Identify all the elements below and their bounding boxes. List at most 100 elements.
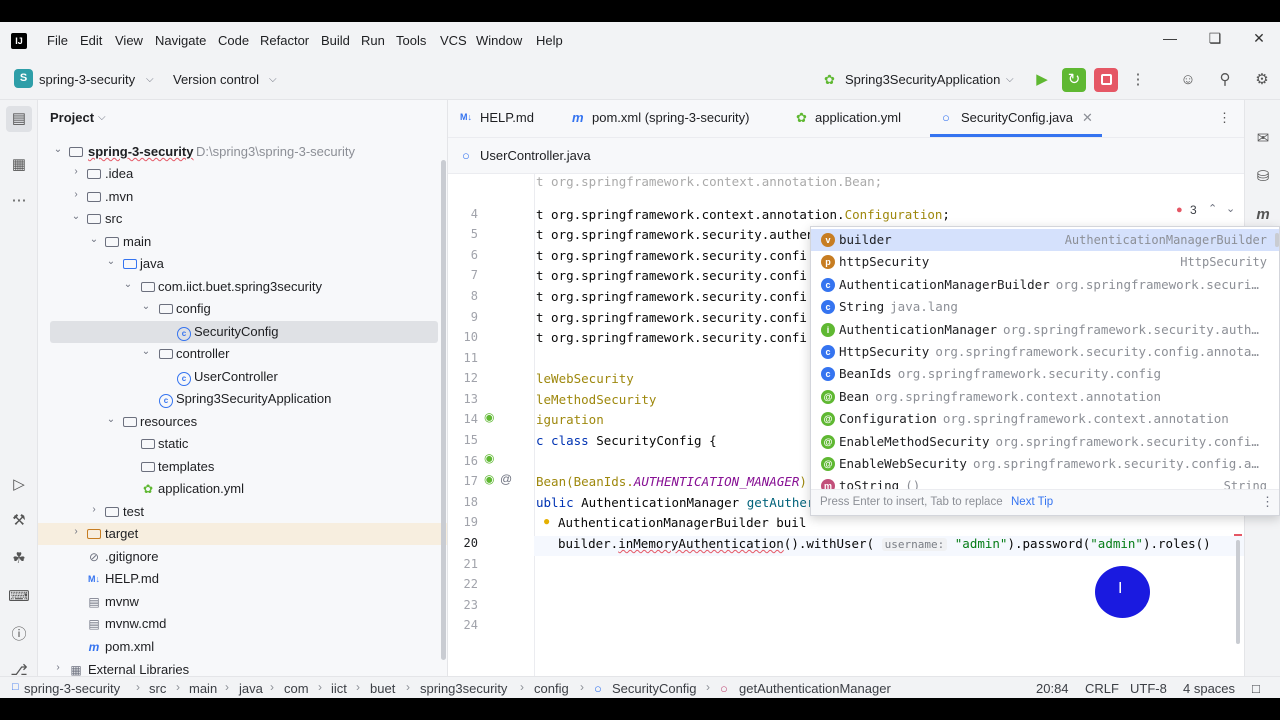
breadcrumb-item[interactable]: spring3security bbox=[420, 681, 507, 696]
tree-item-gitignore[interactable]: ⊘ .gitignore bbox=[38, 546, 447, 568]
project-selector[interactable]: spring-3-security bbox=[39, 72, 135, 87]
tree-item-idea[interactable]: › .idea bbox=[38, 163, 447, 185]
breadcrumb-item[interactable]: SecurityConfig bbox=[612, 681, 697, 696]
tree-item-external-libraries[interactable]: › ▦ External Libraries bbox=[38, 659, 447, 676]
stop-icon[interactable] bbox=[1094, 68, 1118, 92]
chevron-right-icon[interactable]: › bbox=[52, 662, 64, 673]
chevron-down-icon[interactable]: ⌄ bbox=[52, 144, 64, 155]
database-icon[interactable]: ⛁ bbox=[1252, 166, 1274, 188]
chevron-right-icon[interactable]: › bbox=[70, 166, 82, 177]
tree-item-target[interactable]: › target bbox=[38, 523, 447, 545]
tree-item-main[interactable]: ⌄ main bbox=[38, 231, 447, 253]
chevron-up-icon[interactable]: ⌃ bbox=[1208, 202, 1217, 215]
completion-item[interactable]: i AuthenticationManager org.springframewor… bbox=[811, 319, 1279, 341]
completion-item[interactable]: @ Configuration org.springframework.contex… bbox=[811, 408, 1279, 430]
run-icon[interactable]: ▶ bbox=[1030, 68, 1054, 92]
tree-item-application-yml[interactable]: ✿ application.yml bbox=[38, 478, 447, 500]
chevron-down-icon[interactable]: ⌄ bbox=[88, 234, 100, 245]
project-badge[interactable]: S bbox=[14, 69, 33, 88]
tree-item-src[interactable]: ⌄ src bbox=[38, 208, 447, 230]
project-panel-title[interactable]: Project bbox=[50, 110, 94, 125]
breadcrumb-item[interactable]: buet bbox=[370, 681, 395, 696]
tree-item-resources[interactable]: ⌄ resources bbox=[38, 411, 447, 433]
chevron-down-icon[interactable]: ⌄ bbox=[105, 414, 117, 425]
tree-item-pom-xml[interactable]: m pom.xml bbox=[38, 636, 447, 658]
tree-item-project-root[interactable]: ⌄ spring-3-security D:\spring3\spring-3-… bbox=[38, 141, 447, 163]
error-count[interactable]: 3 bbox=[1190, 203, 1197, 217]
tree-item-config[interactable]: ⌄ config bbox=[38, 298, 447, 320]
tree-item-securityconfig[interactable]: c SecurityConfig bbox=[50, 321, 438, 343]
more-tools-icon[interactable]: ⋯ bbox=[8, 190, 30, 212]
problems-icon[interactable]: ⓘ bbox=[8, 624, 30, 646]
tab-options-icon[interactable]: ⋮ bbox=[1218, 110, 1231, 126]
completion-item[interactable]: c AuthenticationManagerBuilder org.springf… bbox=[811, 274, 1279, 296]
rerun-icon[interactable]: ↻ bbox=[1062, 68, 1086, 92]
restore-icon[interactable]: ❏ bbox=[1203, 30, 1227, 52]
chevron-down-icon[interactable]: ⌄ bbox=[70, 211, 82, 222]
chevron-right-icon[interactable]: › bbox=[88, 504, 100, 515]
completion-scrollbar[interactable] bbox=[1275, 233, 1279, 247]
tab-help-md[interactable]: HELP.md bbox=[480, 110, 534, 125]
menu-window[interactable]: Window bbox=[476, 33, 522, 48]
file-encoding[interactable]: UTF-8 bbox=[1130, 681, 1167, 696]
menu-code[interactable]: Code bbox=[218, 33, 249, 48]
tree-item-package[interactable]: ⌄ com.iict.buet.spring3security bbox=[38, 276, 447, 298]
folder-icon[interactable]: ▤ bbox=[6, 106, 32, 132]
completion-item[interactable]: v builder AuthenticationManagerBuilder bbox=[811, 229, 1279, 252]
lock-icon[interactable]: □ bbox=[1252, 681, 1260, 696]
tree-item-mvnw-cmd[interactable]: ▤ mvnw.cmd bbox=[38, 613, 447, 635]
menu-run[interactable]: Run bbox=[361, 33, 385, 48]
chevron-down-icon[interactable]: ⌄ bbox=[122, 279, 134, 290]
tree-item-static[interactable]: static bbox=[38, 433, 447, 455]
menu-help[interactable]: Help bbox=[536, 33, 563, 48]
tree-item-mvnw[interactable]: ▤ mvnw bbox=[38, 591, 447, 613]
build-hammer-icon[interactable]: ⚒ bbox=[8, 510, 30, 532]
minimize-icon[interactable]: — bbox=[1158, 30, 1182, 52]
more-actions-icon[interactable]: ⋮ bbox=[1126, 68, 1150, 92]
breadcrumb-item[interactable]: java bbox=[239, 681, 263, 696]
chevron-right-icon[interactable]: › bbox=[70, 526, 82, 537]
tab-pom-xml[interactable]: pom.xml (spring-3-security) bbox=[592, 110, 749, 125]
tab-application-yml[interactable]: application.yml bbox=[815, 110, 901, 125]
close-tab-icon[interactable]: ✕ bbox=[1082, 110, 1093, 126]
error-stripe-mark[interactable] bbox=[1234, 534, 1242, 536]
menu-refactor[interactable]: Refactor bbox=[260, 33, 309, 48]
notifications-bell-icon[interactable]: ✉ bbox=[1252, 128, 1274, 150]
structure-icon[interactable]: ▦ bbox=[8, 154, 30, 176]
breadcrumb-item[interactable]: main bbox=[189, 681, 217, 696]
menu-edit[interactable]: Edit bbox=[80, 33, 102, 48]
completion-item[interactable]: @ Bean org.springframework.context.annotat… bbox=[811, 386, 1279, 408]
breadcrumb-item[interactable]: getAuthenticationManager bbox=[739, 681, 891, 696]
chevron-right-icon[interactable]: › bbox=[70, 189, 82, 200]
version-control-menu[interactable]: Version control bbox=[173, 72, 259, 87]
user-icon[interactable]: ☺ bbox=[1176, 68, 1200, 92]
tree-item-help-md[interactable]: M↓ HELP.md bbox=[38, 568, 447, 590]
menu-navigate[interactable]: Navigate bbox=[155, 33, 206, 48]
services-icon[interactable]: ▷ bbox=[8, 474, 30, 496]
tree-item-templates[interactable]: templates bbox=[38, 456, 447, 478]
tree-item-java[interactable]: ⌄ java bbox=[38, 253, 447, 275]
chevron-down-icon[interactable]: ⌄ bbox=[140, 346, 152, 357]
error-icon[interactable]: ● bbox=[1176, 204, 1183, 216]
chevron-down-icon[interactable]: ⌄ bbox=[140, 301, 152, 312]
completion-item[interactable]: p httpSecurity HttpSecurity bbox=[811, 251, 1279, 273]
close-icon[interactable]: ✕ bbox=[1247, 30, 1271, 52]
menu-file[interactable]: File bbox=[47, 33, 68, 48]
menu-build[interactable]: Build bbox=[321, 33, 350, 48]
next-tip-link[interactable]: Next Tip bbox=[1011, 496, 1053, 508]
lightbulb-icon[interactable]: ● bbox=[543, 514, 550, 528]
chevron-down-icon[interactable]: ⌄ bbox=[105, 256, 117, 267]
debug-bug-icon[interactable]: ☘ bbox=[8, 548, 30, 570]
menu-vcs[interactable]: VCS bbox=[440, 33, 467, 48]
line-ending[interactable]: CRLF bbox=[1085, 681, 1119, 696]
menu-view[interactable]: View bbox=[115, 33, 143, 48]
tree-item-test[interactable]: › test bbox=[38, 501, 447, 523]
completion-item[interactable]: @ EnableMethodSecurity org.springframework… bbox=[811, 431, 1279, 453]
editor-vertical-scrollbar[interactable] bbox=[1236, 540, 1240, 644]
breadcrumb-item[interactable]: config bbox=[534, 681, 569, 696]
completion-item[interactable]: @ EnableWebSecurity org.springframework.se… bbox=[811, 453, 1279, 475]
terminal-icon[interactable]: ⌨ bbox=[8, 586, 30, 608]
maven-icon[interactable]: m bbox=[1252, 204, 1274, 226]
tab-securityconfig-java[interactable]: SecurityConfig.java bbox=[961, 110, 1073, 125]
caret-position[interactable]: 20:84 bbox=[1036, 681, 1069, 696]
